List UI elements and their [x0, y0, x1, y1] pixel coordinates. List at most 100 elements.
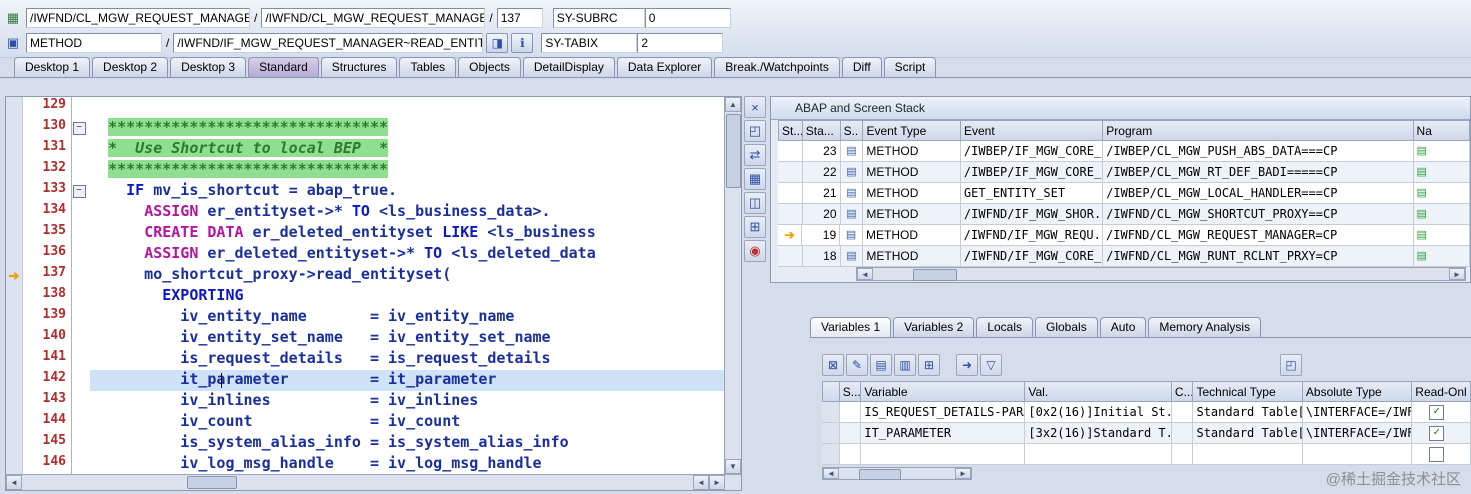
stack-column-header[interactable]: Na [1413, 120, 1470, 141]
line-number[interactable]: 144 [23, 412, 71, 433]
stack-cell-event-type[interactable]: METHOD [863, 141, 961, 162]
stack-cell-st[interactable] [778, 162, 803, 183]
scroll-down-icon[interactable]: ▼ [725, 459, 741, 474]
editor-code-area[interactable]: ******************************* * Use Sh… [86, 97, 724, 474]
tab-data-explorer[interactable]: Data Explorer [616, 57, 713, 77]
code-line[interactable]: is_system_alias_info = is_system_alias_i… [90, 433, 724, 454]
line-number[interactable]: 138 [23, 286, 71, 307]
stack-row[interactable]: ➔ 19 ▤ METHOD/IWFND/IF_MGW_REQU.../IWFND/CL… [778, 225, 1470, 246]
code-line[interactable]: EXPORTING [90, 286, 724, 307]
variables-column-header[interactable] [822, 381, 840, 402]
stack-cell-event-type[interactable]: METHOD [863, 183, 961, 204]
tab-desktop-2[interactable]: Desktop 2 [92, 57, 169, 77]
stack-row[interactable]: 21 ▤ METHOD GET_ENTITY_SET/IWBEP/CL_MGW_LOC… [778, 183, 1470, 204]
line-number[interactable]: 139 [23, 307, 71, 328]
line-number[interactable]: 131 [23, 139, 71, 160]
variables-scroll-track[interactable] [839, 468, 955, 480]
variables-column-header[interactable]: Absolute Type [1302, 381, 1413, 402]
code-line[interactable]: CREATE DATA er_deleted_entityset LIKE <l… [90, 223, 724, 244]
variables-column-header[interactable]: Val. [1025, 381, 1172, 402]
stack-cell-event[interactable]: /IWFND/IF_MGW_CORE_... [960, 246, 1104, 267]
variables-column-header[interactable]: S... [839, 381, 862, 402]
variables-horizontal-scrollbar[interactable]: ◄ ► [822, 467, 972, 480]
filter-icon[interactable]: ▽ [980, 354, 1002, 376]
detach-view-icon[interactable]: ◰ [744, 120, 766, 142]
tab-diff[interactable]: Diff [841, 57, 882, 77]
line-number[interactable]: 142 [23, 370, 71, 391]
variables-column-header[interactable]: Variable [861, 381, 1026, 402]
read-only-checkbox[interactable] [1429, 447, 1445, 463]
change-variable-icon[interactable]: ✎ [846, 354, 868, 376]
page-right-icon[interactable]: ► [709, 475, 725, 490]
variables-column-header[interactable]: C... [1171, 381, 1194, 402]
code-line[interactable]: IF mv_is_shortcut = abap_true. [90, 181, 724, 202]
editor-line-numbers[interactable]: 129 130 131 132 133 134 135 136 137 138 139 140 141 1… [23, 97, 72, 474]
tab-auto[interactable]: Auto [1099, 317, 1147, 337]
line-number-field[interactable]: 137 [496, 8, 543, 28]
line-number[interactable]: 132 [23, 160, 71, 181]
code-line[interactable]: ASSIGN er_entityset->* TO <ls_business_d… [90, 202, 724, 223]
main-program-field[interactable]: /IWFND/CL_MGW_REQUEST_MANAGER... [26, 8, 250, 28]
code-line[interactable]: iv_entity_set_name = iv_entity_set_name [90, 328, 724, 349]
vertical-scroll-thumb[interactable] [726, 114, 741, 188]
horizontal-scroll-track[interactable] [22, 475, 693, 490]
scroll-left-icon[interactable]: ◄ [857, 268, 873, 280]
sy-subrc-value-field[interactable]: 0 [644, 8, 731, 28]
line-number[interactable]: 136 [23, 244, 71, 265]
code-line[interactable]: * Use Shortcut to local BEP * [90, 139, 724, 160]
sy-tabix-value-field[interactable]: 2 [637, 33, 724, 53]
tab-locals[interactable]: Locals [976, 317, 1033, 337]
navigation-icon[interactable]: ▤ [1413, 225, 1470, 246]
variable-cell-technical-type[interactable]: Standard Table[0x... [1193, 402, 1303, 423]
include-field[interactable]: /IWFND/CL_MGW_REQUEST_MANAGER... [261, 8, 486, 28]
tab-desktop-3[interactable]: Desktop 3 [170, 57, 247, 77]
scroll-left-icon[interactable]: ◄ [6, 475, 22, 490]
variable-row[interactable]: IS_REQUEST_DETAILS-PARAMETE...[0x2(16)]I… [822, 402, 1471, 423]
variable-cell-absolute-type[interactable] [1302, 444, 1413, 465]
stack-cell-program[interactable]: /IWBEP/CL_MGW_PUSH_ABS_DATA===CP [1103, 141, 1414, 162]
stack-column-header[interactable]: Program [1103, 120, 1414, 141]
stack-cell-program[interactable]: /IWFND/CL_MGW_SHORTCUT_PROXY==CP [1103, 204, 1414, 225]
line-number[interactable]: 130 [23, 118, 71, 139]
sy-subrc-label-field[interactable]: SY-SUBRC [552, 8, 645, 28]
read-only-checkbox[interactable]: ✓ [1429, 405, 1445, 421]
stack-column-header[interactable]: Event Type [863, 120, 961, 141]
code-editor[interactable]: ➔ 129 130 131 132 133 134 135 136 137 138 139 140 14… [5, 96, 742, 491]
code-line[interactable]: it_parameter = it_parameter [90, 370, 724, 391]
info-button[interactable]: ℹ [511, 33, 534, 53]
line-number[interactable]: 134 [23, 202, 71, 223]
navigation-icon[interactable]: ▤ [1413, 204, 1470, 225]
stack-cell-event-type[interactable]: METHOD [863, 246, 961, 267]
variable-cell-name[interactable]: IS_REQUEST_DETAILS-PARAMETE... [861, 402, 1026, 423]
stack-cell-event[interactable]: /IWFND/IF_MGW_SHOR... [960, 204, 1104, 225]
delete-variable-icon[interactable]: ⊠ [822, 354, 844, 376]
line-number[interactable]: 143 [23, 391, 71, 412]
stack-row[interactable]: 20 ▤ METHOD/IWFND/IF_MGW_SHOR.../IWFND/CL_… [778, 204, 1470, 225]
code-line[interactable]: iv_entity_name = iv_entity_name [90, 307, 724, 328]
split-view-icon[interactable]: ◫ [744, 192, 766, 214]
line-number[interactable]: 145 [23, 433, 71, 454]
tab-globals[interactable]: Globals [1035, 317, 1098, 337]
stack-cell-stack-no[interactable]: 20 [802, 204, 841, 225]
stack-cell-event[interactable]: /IWBEP/IF_MGW_CORE_... [960, 141, 1104, 162]
line-number[interactable]: 133 [23, 181, 71, 202]
tab-detaildisplay[interactable]: DetailDisplay [522, 57, 615, 77]
tab-standard[interactable]: Standard [248, 57, 319, 77]
variable-cell-c[interactable] [1171, 423, 1194, 444]
fold-toggle-icon[interactable]: − [72, 122, 86, 136]
event-type-field[interactable]: METHOD [26, 33, 162, 53]
stack-cell-program[interactable]: /IWBEP/CL_MGW_LOCAL_HANDLER===CP [1103, 183, 1414, 204]
table-view-icon[interactable]: ▦ [744, 168, 766, 190]
compare-variables-icon[interactable]: ▥ [894, 354, 916, 376]
page-left-icon[interactable]: ◄ [693, 475, 709, 490]
variable-cell-s[interactable] [839, 444, 862, 465]
stack-cell-event-type[interactable]: METHOD [863, 204, 961, 225]
variable-cell-name[interactable]: IT_PARAMETER [861, 423, 1026, 444]
variable-select-cell[interactable] [822, 444, 840, 465]
horizontal-scroll-thumb[interactable] [187, 476, 237, 489]
fold-toggle-icon[interactable]: − [72, 185, 86, 199]
code-line[interactable]: ******************************* [90, 160, 724, 181]
stack-row[interactable]: 23▤METHOD/IWBEP/IF_MGW_CORE_.../IWBEP/CL… [778, 141, 1470, 162]
stack-cell-event-type[interactable]: METHOD [863, 162, 961, 183]
variable-row[interactable] [822, 444, 1471, 465]
